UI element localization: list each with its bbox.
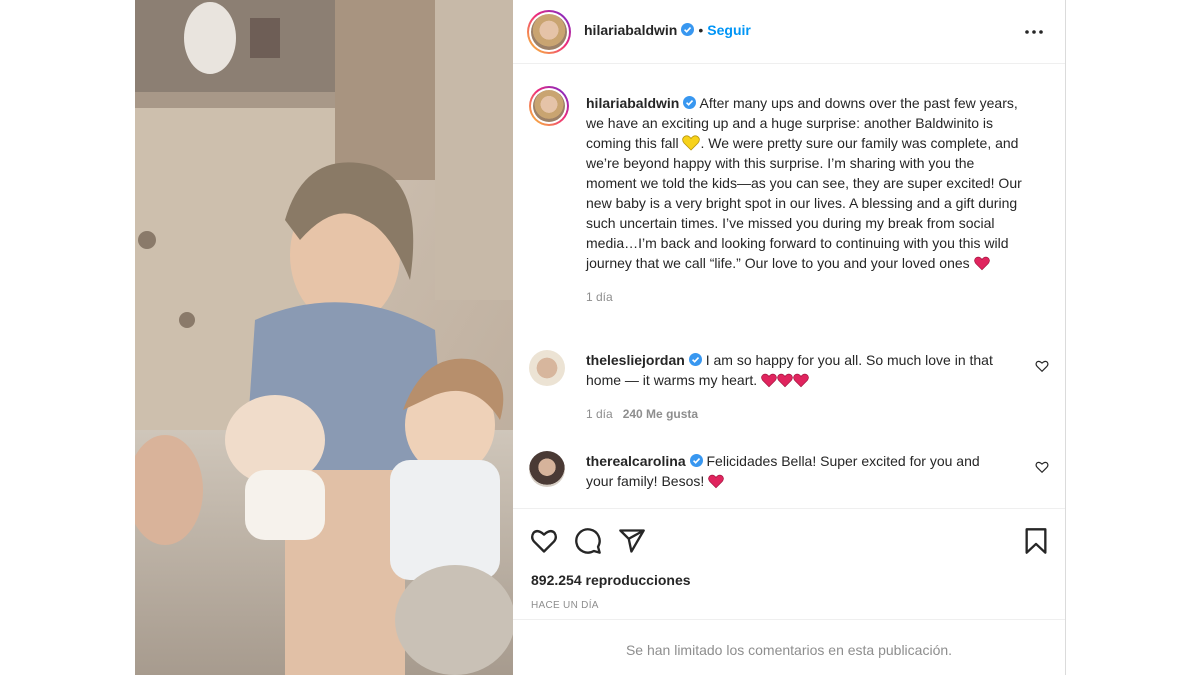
author-username[interactable]: hilariabaldwin <box>584 22 677 38</box>
header-user-line: hilariabaldwin • Seguir <box>584 22 751 40</box>
post-date[interactable]: HACE UN DÍA <box>531 600 599 611</box>
comment-avatar[interactable] <box>529 451 565 487</box>
caption-body-part2: . We were pretty sure our family was com… <box>586 135 1022 271</box>
verified-badge-icon <box>689 454 703 467</box>
post-header: hilariabaldwin • Seguir <box>513 0 1065 64</box>
instagram-post: hilariabaldwin • Seguir hilariabaldwin Aft… <box>135 0 1066 675</box>
comment-text: therealcarolina Felicidades Bella! Super… <box>586 451 1006 491</box>
comment-username[interactable]: therealcarolina <box>586 453 686 469</box>
share-icon[interactable] <box>618 527 646 555</box>
caption-avatar[interactable] <box>529 86 569 126</box>
comment-icon[interactable] <box>574 527 602 555</box>
post-video[interactable] <box>135 0 513 675</box>
caption-username[interactable]: hilariabaldwin <box>586 95 679 111</box>
comment-like-icon[interactable] <box>1035 460 1049 474</box>
post-actions: 892.254 reproducciones HACE UN DÍA Se ha… <box>513 508 1065 675</box>
red-heart-icon <box>777 373 793 388</box>
follow-button[interactable]: Seguir <box>707 22 751 38</box>
caption-text: hilariabaldwin After many ups and downs … <box>586 93 1026 307</box>
verified-badge-icon <box>688 353 702 366</box>
bookmark-icon[interactable] <box>1022 527 1050 555</box>
post-side-panel: hilariabaldwin • Seguir hilariabaldwin Aft… <box>513 0 1066 675</box>
yellow-heart-icon <box>682 135 701 151</box>
comment-meta: 1 día 240 Me gusta <box>586 407 698 421</box>
heart-icon[interactable] <box>530 527 558 555</box>
red-heart-icon <box>708 474 724 489</box>
comment-username[interactable]: thelesliejordan <box>586 352 685 368</box>
red-heart-icon <box>761 373 777 388</box>
red-heart-icon <box>973 256 990 271</box>
views-count[interactable]: 892.254 reproducciones <box>531 572 691 588</box>
comments-limited-notice: Se han limitado los comentarios en esta … <box>513 619 1065 675</box>
header-separator: • <box>698 22 704 38</box>
caption-timestamp[interactable]: 1 día <box>586 287 1026 307</box>
verified-badge-icon <box>683 96 697 109</box>
comment-likes[interactable]: 240 Me gusta <box>623 407 698 421</box>
author-avatar[interactable] <box>527 10 571 54</box>
red-heart-icon <box>793 373 809 388</box>
comment-avatar[interactable] <box>529 350 565 386</box>
more-options-icon[interactable] <box>1023 22 1045 42</box>
verified-badge-icon <box>681 23 695 36</box>
comment-timestamp[interactable]: 1 día <box>586 407 613 421</box>
comment-item: therealcarolina Felicidades Bella! Super… <box>529 451 1049 497</box>
comment-item: thelesliejordan I am so happy for you al… <box>529 350 1049 430</box>
video-frame-illustration <box>135 0 513 675</box>
comment-text: thelesliejordan I am so happy for you al… <box>586 350 1006 390</box>
comment-like-icon[interactable] <box>1035 359 1049 373</box>
